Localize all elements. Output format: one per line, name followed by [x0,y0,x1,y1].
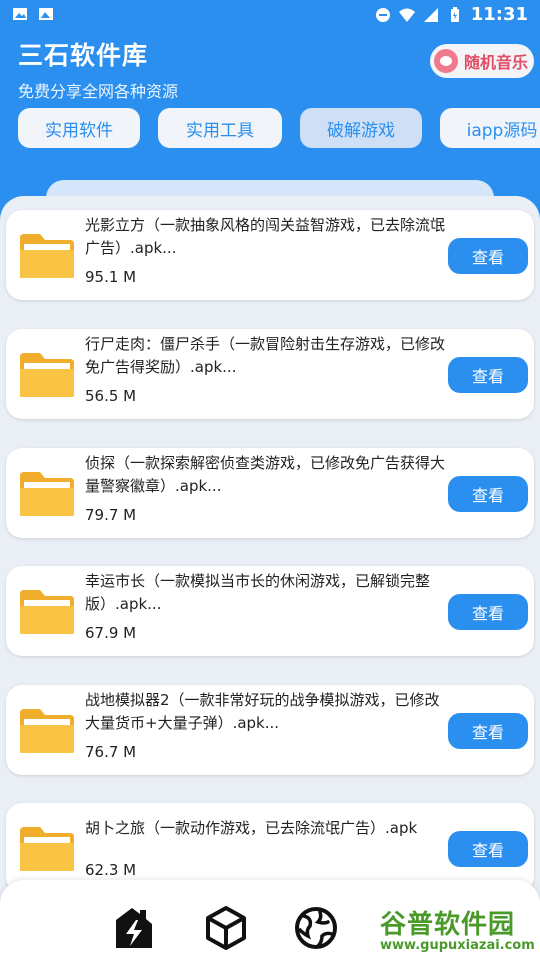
do-not-disturb-icon [375,7,390,22]
view-button[interactable]: 查看 [448,238,528,274]
flash-icon[interactable] [110,904,158,952]
view-button[interactable]: 查看 [448,594,528,630]
item-title: 行尸走肉：僵尸杀手（一款冒险射击生存游戏，已修改免广告得奖励）.apk... [85,335,446,376]
item-title: 幸运市长（一款模拟当市长的休闲游戏，已解锁完整版）.apk... [85,572,431,613]
view-button[interactable]: 查看 [448,476,528,512]
view-button[interactable]: 查看 [448,713,528,749]
folder-icon [20,353,74,397]
list-item[interactable]: 侦探（一款探索解密侦查类游戏，已修改免广告获得大量警察徽章）.apk... 79… [6,448,534,538]
folder-icon [20,590,74,634]
folder-icon [20,472,74,516]
list-item[interactable]: 幸运市长（一款模拟当市长的休闲游戏，已解锁完整版）.apk... 67.9 M … [6,566,534,656]
tab-label: 实用软件 [45,120,113,141]
music-icon [434,49,458,73]
item-title: 胡卜之旅（一款动作游戏，已去除流氓广告）.apk [85,819,418,837]
app-title: 三石软件库 [18,41,149,70]
folder-icon [20,234,74,278]
item-size: 95.1 M [85,268,137,286]
image-notification-icon [39,8,53,20]
watermark-logo: 谷普软件园 www.gupuxiazai.com [376,902,540,960]
view-button[interactable]: 查看 [448,831,528,867]
list-item[interactable]: 光影立方（一款抽象风格的闯关益智游戏，已去除流氓广告）.apk... 95.1 … [6,210,534,300]
view-button[interactable]: 查看 [448,357,528,393]
item-title: 侦探（一款探索解密侦查类游戏，已修改免广告获得大量警察徽章）.apk... [85,454,446,495]
status-time: 11:31 [470,4,528,25]
list-item[interactable]: 行尸走肉：僵尸杀手（一款冒险射击生存游戏，已修改免广告得奖励）.apk... 5… [6,329,534,419]
watermark-text: 谷普软件园 [380,910,516,940]
globe-icon[interactable] [292,904,340,952]
tab-iapp-source[interactable]: iapp源码 [440,108,540,148]
tab-label: 实用工具 [186,120,254,141]
item-size: 62.3 M [85,861,137,879]
category-tabs: 实用软件 实用工具 破解游戏 iapp源码 [0,108,540,148]
watermark-url: www.gupuxiazai.com [380,938,535,953]
tab-cracked-games[interactable]: 破解游戏 [300,108,422,148]
list-item[interactable]: 战地模拟器2（一款非常好玩的战争模拟游戏，已修改大量货币+大量子弹）.apk..… [6,685,534,775]
status-bar: 11:31 [0,0,540,30]
item-size: 76.7 M [85,743,137,761]
signal-icon [423,7,438,22]
item-title: 光影立方（一款抽象风格的闯关益智游戏，已去除流氓广告）.apk... [85,216,446,257]
app-subtitle: 免费分享全网各种资源 [18,82,179,101]
wifi-icon [398,8,415,22]
image-notification-icon [13,8,27,20]
folder-icon [20,827,74,871]
random-music-label: 随机音乐 [464,53,529,72]
item-size: 79.7 M [85,506,137,524]
box-icon[interactable] [202,904,250,952]
random-music-button[interactable]: 随机音乐 [430,44,534,78]
folder-icon [20,709,74,753]
tab-practical-software[interactable]: 实用软件 [18,108,140,148]
item-title: 战地模拟器2（一款非常好玩的战争模拟游戏，已修改大量货币+大量子弹）.apk..… [85,691,440,732]
tab-label: iapp源码 [466,120,538,141]
item-size: 67.9 M [85,624,137,642]
tab-label: 破解游戏 [327,120,395,141]
tab-practical-tools[interactable]: 实用工具 [158,108,282,148]
item-size: 56.5 M [85,387,137,405]
battery-icon [450,6,459,22]
